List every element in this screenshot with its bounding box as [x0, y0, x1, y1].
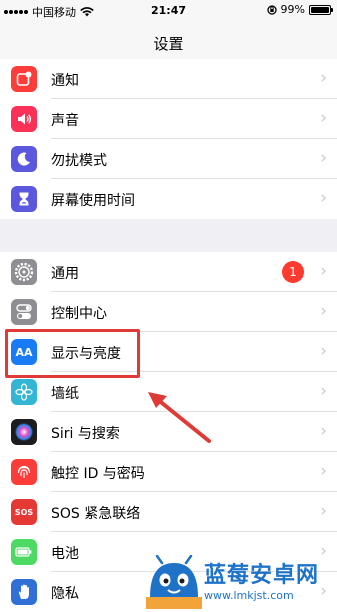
- settings-row-label: 隐私: [51, 586, 79, 602]
- settings-row[interactable]: 声音 ›: [0, 99, 337, 139]
- settings-row[interactable]: 触控 ID 与密码 ›: [0, 452, 337, 492]
- chevron-right-icon: ›: [320, 381, 327, 401]
- moon-icon: [11, 146, 37, 172]
- settings-row[interactable]: 屏幕使用时间 ›: [0, 179, 337, 219]
- battery-icon: [309, 4, 333, 15]
- page-title: 设置: [153, 35, 184, 53]
- watermark-url: www.lmkjst.com: [204, 589, 294, 602]
- notification-icon: [11, 66, 37, 92]
- chevron-right-icon: ›: [320, 301, 327, 321]
- settings-row-label: 屏幕使用时间: [51, 193, 135, 209]
- settings-row-label: SOS 紧急联络: [51, 506, 141, 522]
- orientation-lock-icon: [266, 4, 277, 15]
- chevron-right-icon: ›: [320, 461, 327, 481]
- chevron-right-icon: ›: [320, 341, 327, 361]
- settings-row[interactable]: 控制中心 ›: [0, 292, 337, 332]
- chevron-right-icon: ›: [320, 108, 327, 128]
- settings-row[interactable]: 勿扰模式 ›: [0, 139, 337, 179]
- chevron-right-icon: ›: [320, 148, 327, 168]
- chevron-right-icon: ›: [320, 421, 327, 441]
- settings-row-label: 通知: [51, 73, 79, 89]
- android-mascot-icon: [146, 555, 202, 609]
- settings-row-label: 触控 ID 与密码: [51, 466, 145, 482]
- settings-row-label: 墙纸: [51, 386, 79, 402]
- sos-icon: SOS: [11, 499, 37, 525]
- watermark-title: 蓝莓安卓网: [204, 563, 320, 588]
- settings-group-1: 通知 › 声音 › 勿扰模式 › 屏幕使用时间 ›: [0, 59, 337, 219]
- battery-icon: [11, 539, 37, 565]
- settings-row[interactable]: 通用 1 ›: [0, 252, 337, 292]
- status-bar: 中国移动 21:47 99%: [0, 0, 337, 22]
- fingerprint-icon: [11, 459, 37, 485]
- status-right: 99%: [266, 3, 333, 16]
- flower-icon: [11, 379, 37, 405]
- chevron-right-icon: ›: [320, 68, 327, 88]
- chevron-right-icon: ›: [320, 188, 327, 208]
- siri-icon: [11, 419, 37, 445]
- hand-icon: [11, 579, 37, 605]
- gear-icon: [11, 259, 37, 285]
- hourglass-icon: [11, 186, 37, 212]
- settings-row-label: 电池: [51, 546, 79, 562]
- chevron-right-icon: ›: [320, 261, 327, 281]
- battery-percent: 99%: [280, 3, 305, 16]
- watermark: 蓝莓安卓网 www.lmkjst.com: [146, 555, 337, 609]
- settings-row-label: 勿扰模式: [51, 153, 107, 169]
- speaker-icon: [11, 106, 37, 132]
- highlight-box: [5, 329, 140, 378]
- settings-row-label: 控制中心: [51, 306, 107, 322]
- battery-fill: [311, 6, 329, 13]
- settings-row-label: Siri 与搜索: [51, 426, 120, 442]
- settings-row-label: 通用: [51, 266, 79, 282]
- notification-badge: 1: [282, 261, 304, 283]
- settings-row-label: 声音: [51, 113, 79, 129]
- settings-row[interactable]: SOS SOS 紧急联络 ›: [0, 492, 337, 532]
- settings-row[interactable]: 通知 ›: [0, 59, 337, 99]
- toggles-icon: [11, 299, 37, 325]
- chevron-right-icon: ›: [320, 501, 327, 521]
- arrow-annotation: [148, 392, 211, 443]
